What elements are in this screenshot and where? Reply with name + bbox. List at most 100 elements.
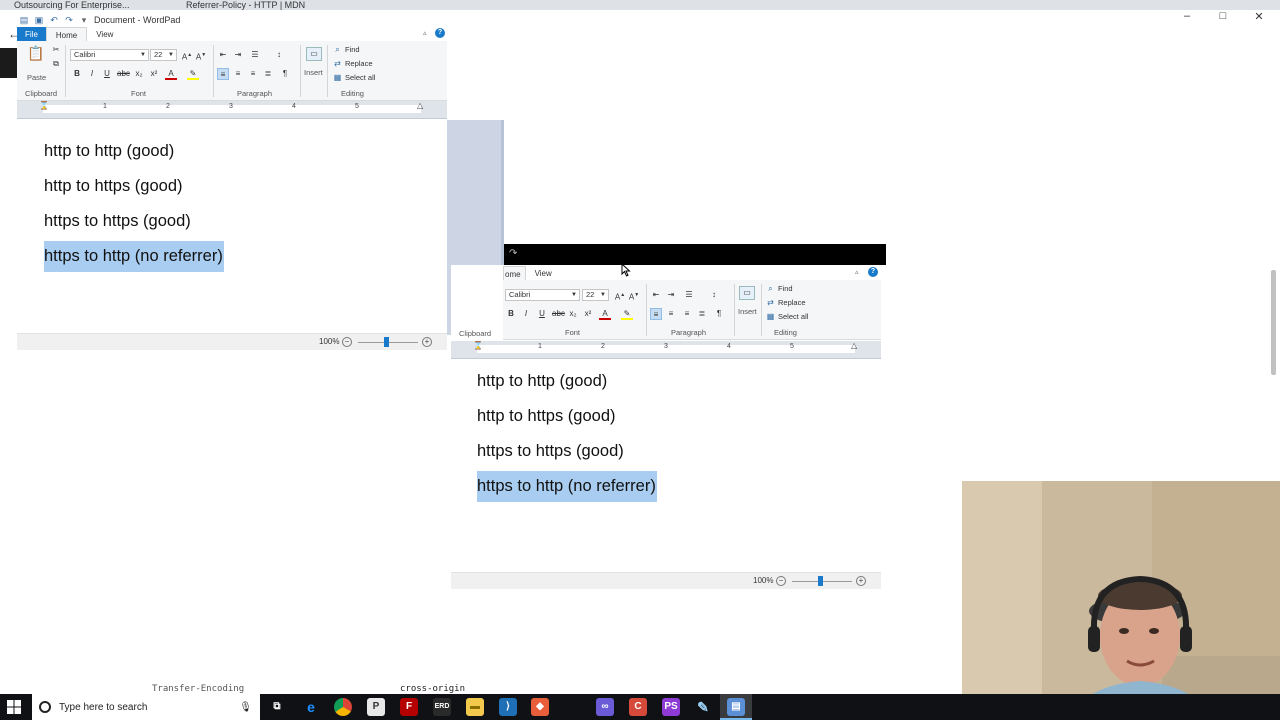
font-family-select[interactable]: Calibri ▼ [505, 289, 580, 301]
align-right-icon[interactable]: ≡ [247, 68, 259, 80]
line-spacing-icon[interactable]: ↕ [273, 49, 285, 61]
file-explorer-icon[interactable]: ▬ [466, 698, 484, 716]
tab-file[interactable]: File [17, 26, 46, 42]
underline-icon[interactable]: U [536, 308, 548, 320]
font-size-select[interactable]: 22 ▼ [150, 49, 177, 61]
zoom-out-icon[interactable]: − [342, 337, 352, 347]
align-center-icon[interactable]: ≡ [232, 68, 244, 80]
tab-view[interactable]: View [87, 27, 122, 42]
zoom-out-icon[interactable]: − [776, 576, 786, 586]
microphone-icon[interactable]: 🎙 [239, 702, 252, 713]
grow-font-icon[interactable]: A▲ [181, 49, 193, 62]
redo-icon[interactable]: ↷ [64, 15, 74, 25]
justify-icon[interactable]: ≣ [696, 308, 708, 320]
underline-icon[interactable]: U [101, 68, 113, 80]
browser-tab-2[interactable]: Referrer-Policy - HTTP | MDN [186, 0, 316, 10]
line-spacing-icon[interactable]: ↕ [708, 289, 720, 301]
subscript-icon[interactable]: x₂ [133, 68, 145, 80]
select-all-button[interactable]: ▦ Select all [333, 73, 376, 82]
todoist-icon[interactable]: C [629, 698, 647, 716]
zoom-in-icon[interactable]: + [422, 337, 432, 347]
superscript-icon[interactable]: x² [582, 308, 594, 320]
filezilla-icon[interactable]: F [400, 698, 418, 716]
picture-icon[interactable]: ▭ [739, 286, 755, 300]
align-right-icon[interactable]: ≡ [681, 308, 693, 320]
windows-start-icon[interactable] [6, 699, 22, 715]
bullets-icon[interactable]: ☰ [683, 289, 695, 301]
heidisql-icon[interactable]: ERD [433, 698, 451, 716]
cut-icon[interactable]: ✂ [50, 44, 62, 56]
paste-label[interactable]: Paste [27, 73, 46, 82]
bullets-icon[interactable]: ☰ [249, 49, 261, 61]
collapse-ribbon-icon[interactable]: ▵ [855, 268, 859, 276]
strikethrough-icon[interactable]: abc [552, 308, 565, 320]
increase-indent-icon[interactable]: ⇥ [232, 49, 244, 61]
edge-icon[interactable]: e [302, 698, 320, 716]
collapse-ribbon-icon[interactable]: ▵ [423, 29, 427, 37]
redo-icon[interactable]: ↷ [509, 248, 517, 259]
right-indent-marker-icon[interactable]: △ [417, 101, 423, 110]
align-center-icon[interactable]: ≡ [665, 308, 677, 320]
select-all-button[interactable]: ▦ Select all [766, 312, 809, 321]
help-icon[interactable]: ? [868, 267, 878, 277]
highlight-icon[interactable]: ✎ [187, 68, 199, 80]
qat-dropdown-icon[interactable]: ▾ [79, 15, 89, 25]
visual-studio-icon[interactable]: ∞ [596, 698, 614, 716]
strikethrough-icon[interactable]: abc [117, 68, 130, 80]
highlight-icon[interactable]: ✎ [621, 308, 633, 320]
tab-home[interactable]: ome [503, 265, 526, 281]
subscript-icon[interactable]: x₂ [567, 308, 579, 320]
paint-icon[interactable]: ✎ [694, 698, 712, 716]
browser-tab-1[interactable]: Outsourcing For Enterprise... [14, 0, 164, 10]
indent-marker-icon[interactable]: ⌛ [39, 101, 49, 110]
replace-button[interactable]: ⇄ Replace [333, 59, 372, 68]
tab-home[interactable]: Home [45, 26, 88, 42]
justify-icon[interactable]: ≣ [262, 68, 274, 80]
copy-icon[interactable]: ⧉ [50, 58, 62, 70]
bold-icon[interactable]: B [505, 308, 517, 320]
decrease-indent-icon[interactable]: ⇤ [217, 49, 229, 61]
bold-icon[interactable]: B [71, 68, 83, 80]
indent-marker-icon[interactable]: ⌛ [473, 341, 483, 350]
paste-icon[interactable]: 📋 [27, 46, 44, 65]
taskbar-search[interactable]: Type here to search 🎙 [32, 694, 260, 720]
document-area[interactable]: http to http (good) http to https (good)… [451, 360, 881, 572]
grow-font-icon[interactable]: A▲ [614, 289, 626, 302]
increase-indent-icon[interactable]: ⇥ [665, 289, 677, 301]
maximize-button[interactable]: □ [1216, 10, 1230, 23]
find-button[interactable]: ⌕ Find [333, 45, 359, 54]
chrome-icon[interactable] [334, 698, 352, 716]
undo-icon[interactable]: ↶ [49, 15, 59, 25]
italic-icon[interactable]: I [520, 308, 532, 320]
find-button[interactable]: ⌕ Find [766, 284, 792, 293]
font-size-select[interactable]: 22 ▼ [582, 289, 609, 301]
replace-button[interactable]: ⇄ Replace [766, 298, 805, 307]
zoom-slider-thumb[interactable] [384, 337, 389, 347]
phpstorm-icon[interactable]: PS [662, 698, 680, 716]
minimize-button[interactable]: – [1180, 10, 1194, 23]
shrink-font-icon[interactable]: A▼ [628, 289, 640, 302]
italic-icon[interactable]: I [86, 68, 98, 80]
align-left-icon[interactable]: ≡ [650, 308, 662, 320]
save-icon[interactable]: ▣ [34, 15, 44, 25]
decrease-indent-icon[interactable]: ⇤ [650, 289, 662, 301]
picture-icon[interactable]: ▭ [306, 47, 322, 61]
wordpad-taskbar-icon[interactable]: ▤ [727, 698, 745, 716]
font-family-select[interactable]: Calibri ▼ [70, 49, 149, 61]
paragraph-dialog-icon[interactable]: ¶ [279, 68, 291, 80]
right-indent-marker-icon[interactable]: △ [851, 341, 857, 350]
zoom-in-icon[interactable]: + [856, 576, 866, 586]
shrink-font-icon[interactable]: A▼ [195, 49, 207, 62]
insert-label[interactable]: Insert [304, 68, 323, 77]
wordpad-title-bar-bottom[interactable]: ↷ [504, 244, 886, 265]
help-icon[interactable]: ? [435, 28, 445, 38]
font-color-icon[interactable]: A [599, 308, 611, 320]
paragraph-dialog-icon[interactable]: ¶ [713, 308, 725, 320]
task-view-icon[interactable]: ⧉ [268, 698, 286, 716]
git-icon[interactable]: ◆ [531, 698, 549, 716]
vscode-icon[interactable]: ⟩ [499, 698, 517, 716]
zoom-slider-thumb[interactable] [818, 576, 823, 586]
close-button[interactable]: ✕ [1252, 10, 1266, 23]
align-left-icon[interactable]: ≡ [217, 68, 229, 80]
superscript-icon[interactable]: x² [148, 68, 160, 80]
